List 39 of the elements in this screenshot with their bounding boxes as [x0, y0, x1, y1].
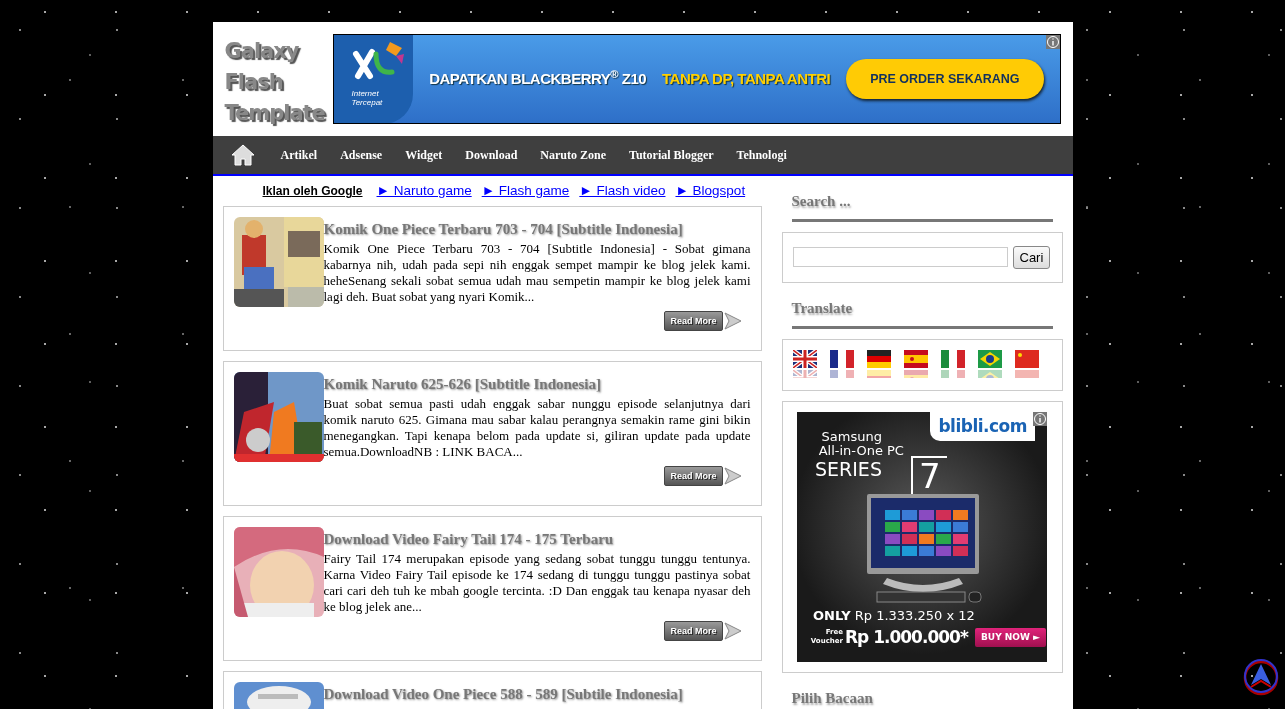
search-button[interactable]: Cari	[1012, 245, 1051, 269]
widget-heading: Translate	[791, 283, 1053, 329]
post-title-link[interactable]: Download Video Fairy Tail 174 - 175 Terbaru	[323, 529, 614, 549]
ad-link[interactable]: ► Flash video	[579, 180, 666, 202]
ad-link[interactable]: ► Flash game	[481, 180, 570, 202]
ad-line: All-in-One PC	[817, 443, 904, 458]
nav-link[interactable]: Tehnologi	[736, 146, 787, 164]
nav-link[interactable]: Tutorial Blogger	[629, 146, 714, 164]
nav-link[interactable]: Widget	[405, 146, 443, 164]
ad-line: SERIES	[815, 457, 882, 480]
post-excerpt: Fairy Tail 174 merupakan episode yang sedang sobat tunggu tunggu tentunya. Karna Video Fairy Tail episode ke 174 sedang di tunggu tunggu pastinya sobat cari cari deh tuh ke mbah google tercinta. :D Dan enggak tau kenapa nyasar deh ke blog jelek ane...	[323, 551, 751, 615]
post-title-link[interactable]: Komik Naruto 625-626 [Subtitle Indonesia]	[323, 374, 602, 394]
nav-link[interactable]: Naruto Zone	[540, 146, 606, 164]
voucher-amount: Rp 1.000.000*	[845, 625, 968, 649]
ad-banner[interactable]: Internet Tercepat DAPATKAN BLACKBERRY$^{®}$ Z10 TANPA DP, TANPA ANTRI PRE ORDER SEKARANG	[332, 34, 1061, 124]
post-title-link[interactable]: Komik One Piece Terbaru 703 - 704 [Subtitle Indonesia]	[323, 219, 683, 239]
nav-link[interactable]: Artikel	[280, 146, 318, 164]
ad-link[interactable]: ► Naruto game	[376, 180, 472, 202]
read-more-button[interactable]: Read More	[664, 621, 723, 641]
ad-brand: blibli.com	[930, 411, 1035, 441]
read-more-button[interactable]: Read More	[664, 466, 723, 486]
pre-order-button[interactable]: PRE ORDER SEKARANG	[846, 58, 1044, 100]
read-more-button[interactable]: Read More	[664, 311, 723, 331]
ad-headline: DAPATKAN BLACKBERRY$^{®}$ Z10	[429, 67, 647, 89]
blog-title[interactable]: Galaxy Flash Template	[224, 36, 333, 136]
widget-heading: Pilih Bacaan	[791, 688, 874, 708]
ad-line: Samsung	[821, 429, 882, 444]
buy-now-button[interactable]: BUY NOW ►	[975, 627, 1046, 647]
widget-heading: Search ...	[791, 176, 1053, 222]
post-title-link[interactable]: Download Video One Piece 588 - 589 [Subtile Indonesia]	[323, 684, 683, 704]
ad-price: ONLY Rp 1.333.250 x 12	[813, 606, 975, 625]
logo-caption: Internet Tercepat	[351, 89, 384, 107]
nav-link[interactable]: Adsense	[340, 146, 383, 164]
post-excerpt: Komik One Piece Terbaru 703 - 704 [Subtitle Indonesia] - Sobat gimana kabarnya nih, udah pada sepi nih enggak sempet mampir ke blog jelek kami. heheSenang sekali sobat semua udah mau sempetin mampir ke blog jelek kami lagi deh. Buat sobat yang nyari Komik...	[323, 241, 751, 305]
post-excerpt: Buat sobat semua pasti udah enggak sabar nunggu episode selanjutnya dari komik naruto 625. Gimana mau sabar kalau perangnya semakin rame gini bikin menegangkan. Tapi kenapa belom pada update si, giliran update pada update semua.DownloadNB : LINK BACA...	[323, 396, 751, 460]
ad-link[interactable]: ► Blogspot	[675, 180, 746, 202]
ad-label-link[interactable]: Iklan oleh Google	[262, 182, 363, 200]
nav-link[interactable]: Download	[465, 146, 518, 164]
ad-tagline: TANPA DP, TANPA ANTRI	[662, 68, 831, 89]
